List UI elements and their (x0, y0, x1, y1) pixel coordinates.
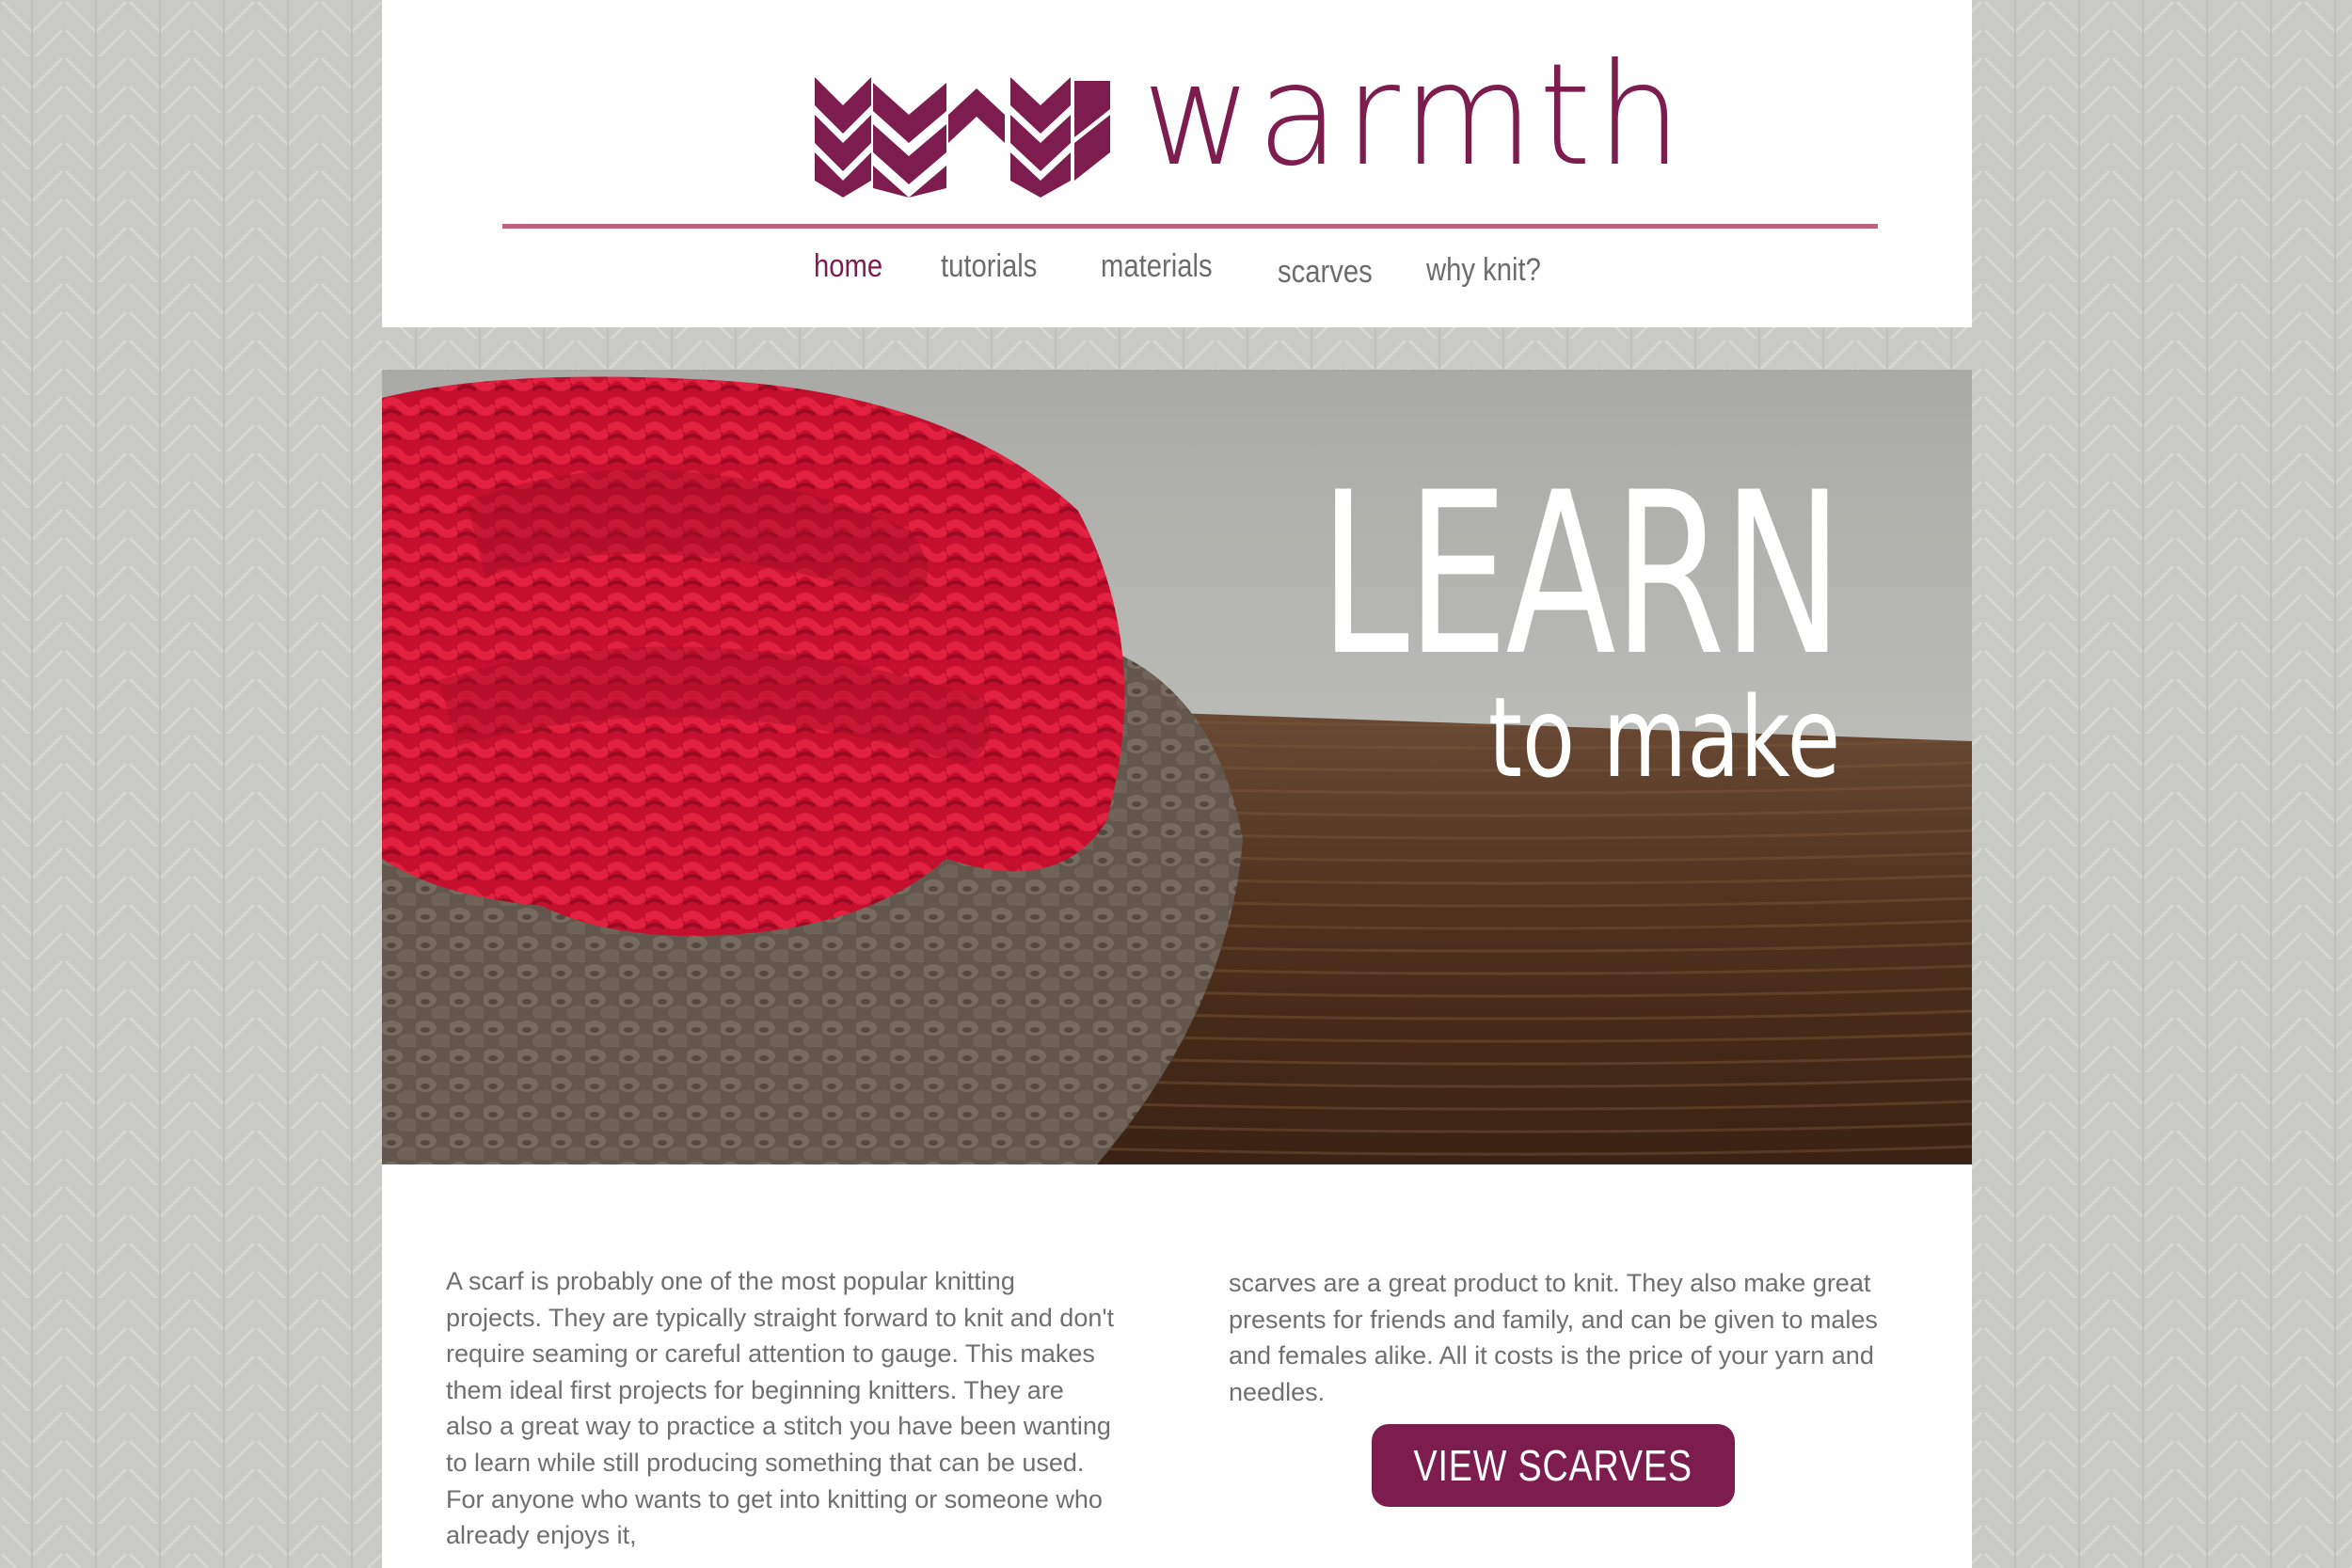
page-container: warmth home tutorials materials scarves … (382, 0, 1972, 1568)
hero-title-big: LEARN (1319, 445, 1843, 705)
nav-tutorials[interactable]: tutorials (941, 248, 1037, 285)
site-header: warmth home tutorials materials scarves … (382, 0, 1972, 327)
chevron-logo-icon[interactable] (815, 77, 1110, 198)
view-scarves-button[interactable]: VIEW SCARVES (1372, 1424, 1735, 1507)
main-nav: home tutorials materials scarves why kni… (382, 243, 1972, 299)
nav-materials[interactable]: materials (1101, 248, 1213, 285)
intro-section: A scarf is probably one of the most popu… (382, 1164, 1972, 1568)
hero-banner: LEARN to make (382, 370, 1972, 1164)
view-scarves-label: VIEW SCARVES (1413, 1441, 1693, 1490)
hero-title-small: to make (1487, 673, 1840, 802)
nav-scarves[interactable]: scarves (1278, 254, 1373, 291)
nav-home[interactable]: home (814, 248, 882, 285)
brand-name[interactable]: warmth (1142, 45, 1687, 186)
hero-headline: LEARN to make (1117, 445, 1843, 802)
nav-why-knit[interactable]: why knit? (1426, 252, 1541, 289)
intro-text-left: A scarf is probably one of the most popu… (446, 1267, 1115, 1550)
header-divider (502, 224, 1878, 229)
intro-text-right: scarves are a great product to knit. The… (1229, 1269, 1878, 1406)
